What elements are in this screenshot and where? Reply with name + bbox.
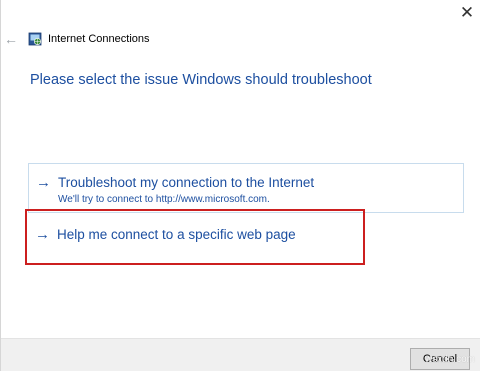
page-heading: Please select the issue Windows should t… bbox=[30, 72, 372, 88]
window-title-bar: Internet Connections bbox=[28, 31, 150, 47]
close-icon: ✕ bbox=[459, 3, 475, 22]
arrow-right-icon: → bbox=[36, 174, 51, 191]
option-connect-specific-page[interactable]: → Help me connect to a specific web page bbox=[28, 218, 464, 258]
option-label: Troubleshoot my connection to the Intern… bbox=[58, 175, 315, 190]
back-arrow-icon: ← bbox=[4, 31, 18, 47]
close-button[interactable]: ✕ bbox=[453, 0, 480, 26]
network-globe-icon bbox=[28, 32, 42, 46]
dialog-footer: Cancel bbox=[1, 338, 480, 371]
option-description: We'll try to connect to http://www.micro… bbox=[58, 194, 270, 205]
back-button[interactable]: ← bbox=[2, 30, 20, 48]
option-troubleshoot-internet[interactable]: → Troubleshoot my connection to the Inte… bbox=[28, 163, 464, 213]
arrow-right-icon: → bbox=[35, 226, 50, 243]
cancel-button[interactable]: Cancel bbox=[410, 348, 470, 370]
window-title: Internet Connections bbox=[48, 33, 150, 45]
troubleshooter-window: ✕ ← Internet Connections Please select t… bbox=[0, 0, 480, 371]
option-label: Help me connect to a specific web page bbox=[57, 227, 296, 242]
